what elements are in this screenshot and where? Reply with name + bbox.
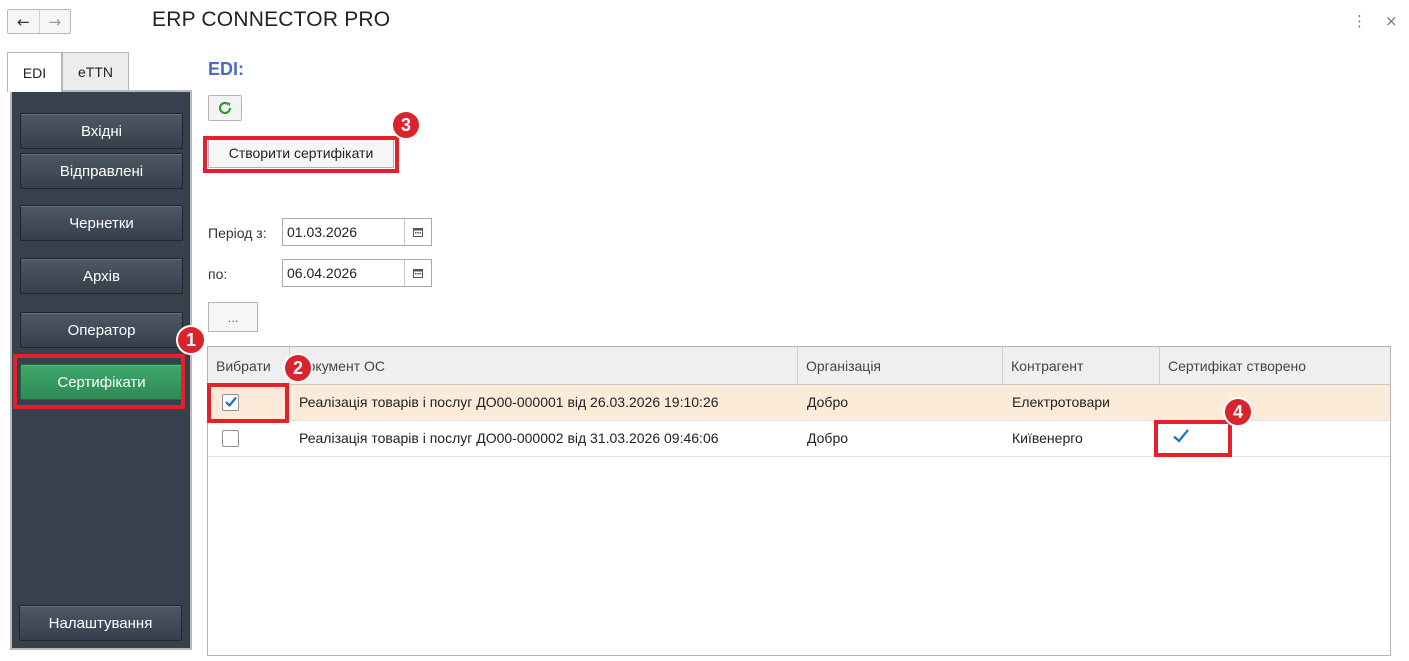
callout-badge-2: 2 xyxy=(283,353,313,383)
sidebar-item-sent[interactable]: Відправлені xyxy=(20,153,183,189)
column-header-organization[interactable]: Організація xyxy=(798,347,1003,385)
row-select-checkbox[interactable] xyxy=(222,430,239,447)
arrow-left-icon: ← xyxy=(16,12,30,31)
arrow-right-icon: → xyxy=(48,12,62,31)
app-title: ERP CONNECTOR PRO xyxy=(152,8,391,31)
organization-cell: Добро xyxy=(807,430,849,446)
nav-buttons: ← → xyxy=(7,9,71,34)
calendar-icon[interactable] xyxy=(404,260,431,286)
document-cell: Реалізація товарів і послуг ДО00-000002 … xyxy=(299,430,719,446)
documents-table: Вибрати Документ ОС Організація Контраге… xyxy=(207,346,1391,656)
callout-box-certificate-created xyxy=(1154,420,1232,457)
table-row[interactable]: Реалізація товарів і послуг ДО00-000001 … xyxy=(208,385,1390,421)
more-options-icon[interactable]: ⋮ xyxy=(1352,12,1367,30)
sidebar-item-archive[interactable]: Архів xyxy=(20,258,183,294)
callout-badge-4: 4 xyxy=(1223,397,1253,427)
column-header-counterparty[interactable]: Контрагент xyxy=(1003,347,1160,385)
period-from-field[interactable]: 01.03.2026 xyxy=(282,218,432,246)
refresh-button[interactable] xyxy=(208,95,242,121)
more-filters-button[interactable]: ... xyxy=(208,302,258,332)
column-header-document[interactable]: Документ ОС xyxy=(290,347,798,385)
back-button[interactable]: ← xyxy=(8,10,39,33)
organization-cell: Добро xyxy=(807,394,849,410)
callout-box-create-button xyxy=(203,136,399,173)
close-icon[interactable]: × xyxy=(1385,12,1398,30)
callout-box-select-checkbox xyxy=(207,383,289,423)
counterparty-cell: Київенерго xyxy=(1012,430,1083,446)
column-header-certificate-created[interactable]: Сертифікат створено xyxy=(1160,347,1390,385)
period-to-value[interactable]: 06.04.2026 xyxy=(283,260,404,286)
calendar-icon[interactable] xyxy=(404,219,431,245)
sidebar-item-settings[interactable]: Налаштування xyxy=(19,605,182,641)
sidebar-item-incoming[interactable]: Вхідні xyxy=(20,113,183,149)
counterparty-cell: Електротовари xyxy=(1012,394,1110,410)
sidebar-item-operator[interactable]: Оператор xyxy=(20,312,183,348)
tab-edi[interactable]: EDI xyxy=(7,52,62,92)
period-to-field[interactable]: 06.04.2026 xyxy=(282,259,432,287)
period-to-label: по: xyxy=(208,266,228,282)
callout-badge-1: 1 xyxy=(176,325,206,355)
document-cell: Реалізація товарів і послуг ДО00-000001 … xyxy=(299,394,719,410)
period-from-value[interactable]: 01.03.2026 xyxy=(283,219,404,245)
callout-badge-3: 3 xyxy=(391,110,421,140)
refresh-icon xyxy=(218,101,232,115)
forward-button[interactable]: → xyxy=(38,10,71,33)
tab-ettn[interactable]: eTTN xyxy=(62,52,129,90)
callout-box-certificates xyxy=(13,354,185,409)
section-title: EDI: xyxy=(208,59,244,79)
period-from-label: Період з: xyxy=(208,225,267,241)
column-header-select[interactable]: Вибрати xyxy=(208,347,290,385)
sidebar-item-drafts[interactable]: Чернетки xyxy=(20,205,183,241)
